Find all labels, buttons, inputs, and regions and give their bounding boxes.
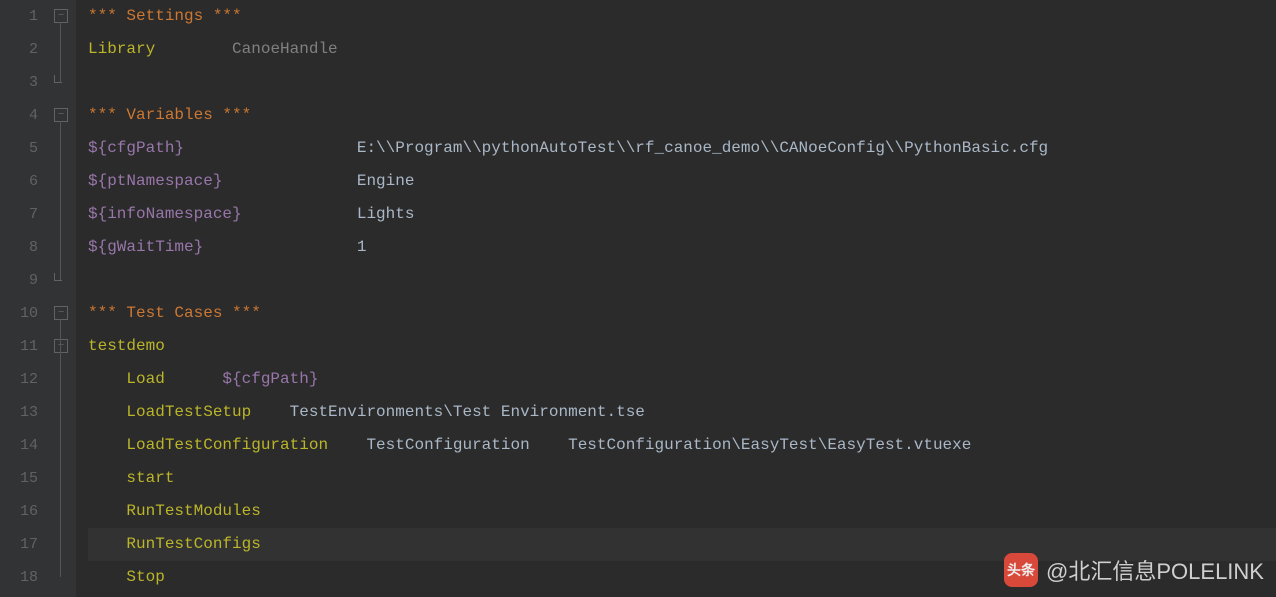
code-line[interactable]: Stop: [88, 561, 1276, 594]
code-token: ${gWaitTime}: [88, 238, 203, 256]
code-line[interactable]: Load ${cfgPath}: [88, 363, 1276, 396]
code-line[interactable]: Library CanoeHandle: [88, 33, 1276, 66]
code-line[interactable]: [88, 264, 1276, 297]
code-token: TestConfiguration TestConfiguration\Easy…: [328, 436, 971, 454]
fold-toggle-icon[interactable]: −: [54, 306, 68, 320]
line-number: 14: [0, 429, 38, 462]
code-line[interactable]: ${cfgPath} E:\\Program\\pythonAutoTest\\…: [88, 132, 1276, 165]
line-number: 4: [0, 99, 38, 132]
line-number: 1: [0, 0, 38, 33]
line-number: 16: [0, 495, 38, 528]
code-token: Library: [88, 40, 155, 58]
code-token: TestEnvironments\Test Environment.tse: [251, 403, 645, 421]
code-line[interactable]: *** Test Cases ***: [88, 297, 1276, 330]
code-token: *** Test Cases ***: [88, 304, 261, 322]
line-number: 12: [0, 363, 38, 396]
code-token: LoadTestConfiguration: [126, 436, 328, 454]
code-token: [88, 403, 126, 421]
code-token: E:\\Program\\pythonAutoTest\\rf_canoe_de…: [184, 139, 1048, 157]
code-token: Lights: [242, 205, 415, 223]
code-token: LoadTestSetup: [126, 403, 251, 421]
code-token: testdemo: [88, 337, 165, 355]
code-line[interactable]: ${ptNamespace} Engine: [88, 165, 1276, 198]
line-number: 18: [0, 561, 38, 594]
code-token: start: [126, 469, 174, 487]
code-line[interactable]: testdemo: [88, 330, 1276, 363]
code-token: [155, 40, 232, 58]
line-number: 13: [0, 396, 38, 429]
code-token: Stop: [126, 568, 164, 586]
line-number: 11: [0, 330, 38, 363]
fold-toggle-icon[interactable]: −: [54, 339, 68, 353]
code-line[interactable]: LoadTestConfiguration TestConfiguration …: [88, 429, 1276, 462]
line-number: 6: [0, 165, 38, 198]
code-token: [88, 436, 126, 454]
code-line[interactable]: [88, 66, 1276, 99]
line-number-gutter: 123456789101112131415161718: [0, 0, 48, 597]
code-token: ${ptNamespace}: [88, 172, 222, 190]
fold-column: − − − −: [48, 0, 76, 597]
code-token: *** Settings ***: [88, 7, 242, 25]
code-token: [88, 568, 126, 586]
code-token: ${cfgPath}: [88, 139, 184, 157]
line-number: 15: [0, 462, 38, 495]
code-token: Engine: [222, 172, 414, 190]
line-number: 2: [0, 33, 38, 66]
code-line[interactable]: LoadTestSetup TestEnvironments\Test Envi…: [88, 396, 1276, 429]
line-number: 10: [0, 297, 38, 330]
code-token: ${infoNamespace}: [88, 205, 242, 223]
code-token: Load: [126, 370, 164, 388]
line-number: 3: [0, 66, 38, 99]
code-editor-area[interactable]: *** Settings *** Library CanoeHandle *** V…: [76, 0, 1276, 597]
code-token: ${cfgPath}: [222, 370, 318, 388]
code-line[interactable]: RunTestConfigs: [88, 528, 1276, 561]
line-number: 17: [0, 528, 38, 561]
code-token: [165, 370, 223, 388]
code-token: RunTestConfigs: [126, 535, 260, 553]
code-line[interactable]: *** Settings ***: [88, 0, 1276, 33]
line-number: 8: [0, 231, 38, 264]
code-line[interactable]: start: [88, 462, 1276, 495]
code-line[interactable]: RunTestModules: [88, 495, 1276, 528]
code-line[interactable]: ${infoNamespace} Lights: [88, 198, 1276, 231]
code-token: CanoeHandle: [232, 40, 338, 58]
line-number: 5: [0, 132, 38, 165]
code-token: *** Variables ***: [88, 106, 251, 124]
fold-toggle-icon[interactable]: −: [54, 9, 68, 23]
code-token: 1: [203, 238, 366, 256]
code-token: [88, 370, 126, 388]
code-token: [88, 502, 126, 520]
line-number: 9: [0, 264, 38, 297]
code-line[interactable]: ${gWaitTime} 1: [88, 231, 1276, 264]
code-token: RunTestModules: [126, 502, 260, 520]
code-line[interactable]: *** Variables ***: [88, 99, 1276, 132]
code-token: [88, 535, 126, 553]
line-number: 7: [0, 198, 38, 231]
code-token: [88, 469, 126, 487]
fold-toggle-icon[interactable]: −: [54, 108, 68, 122]
